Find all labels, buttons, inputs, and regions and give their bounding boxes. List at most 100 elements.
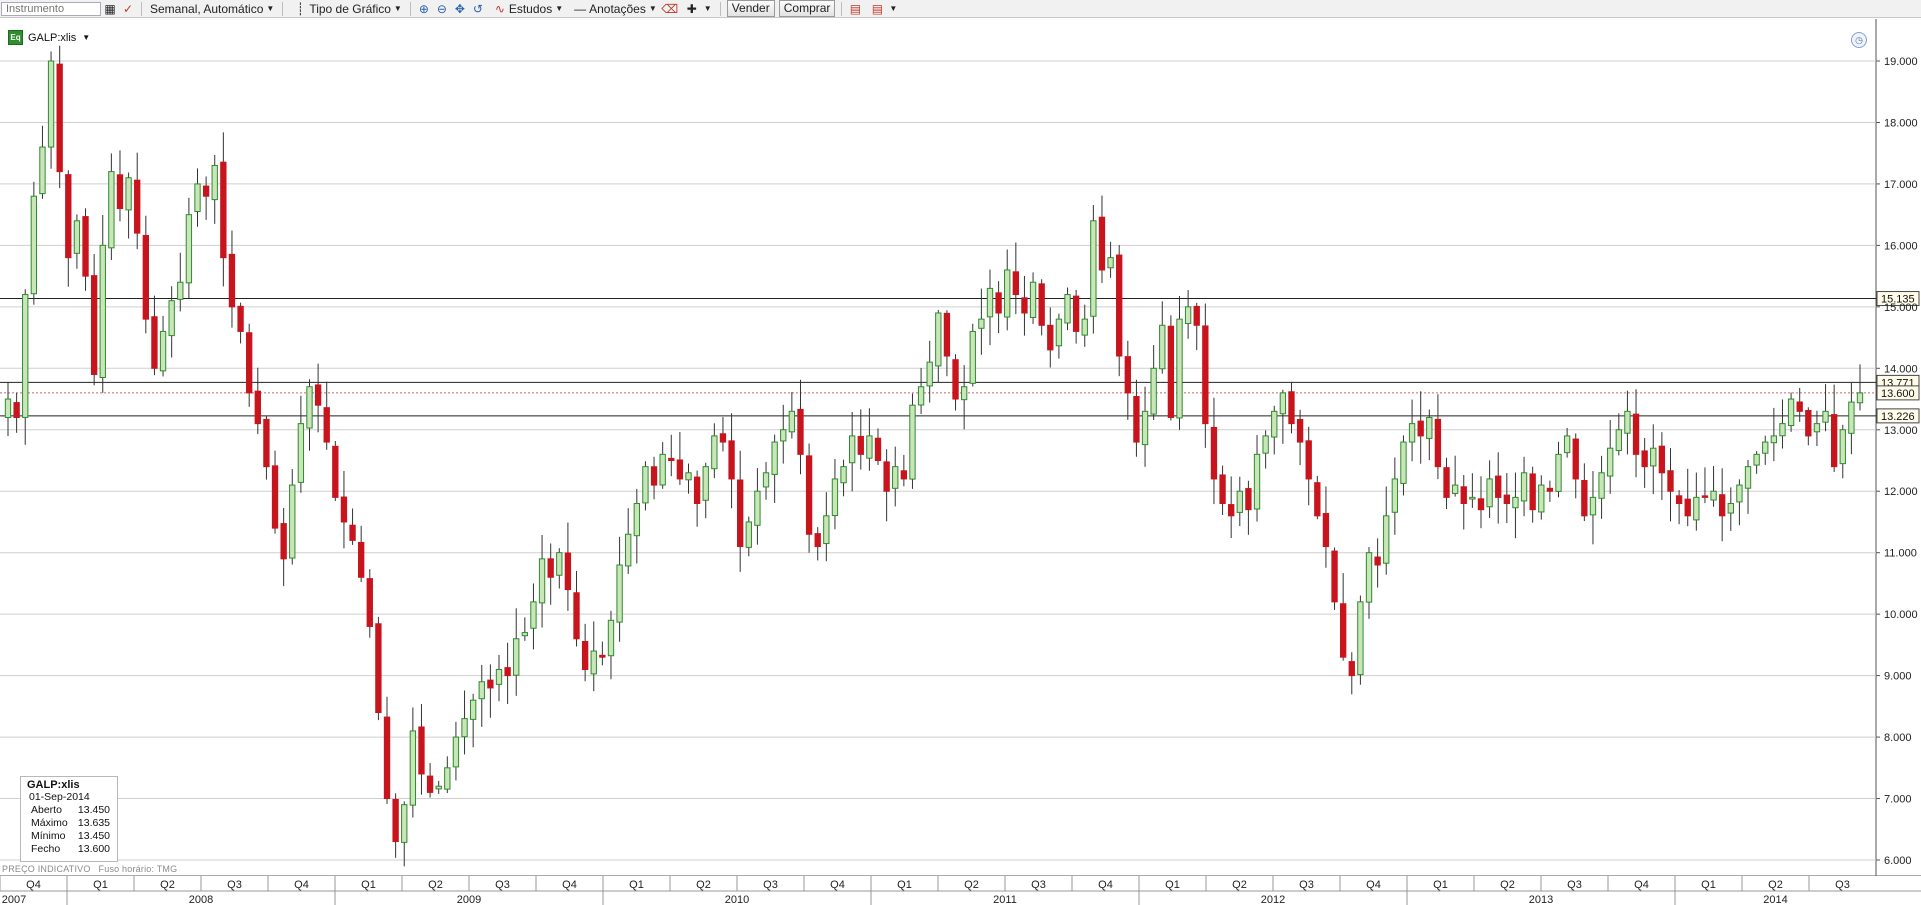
- candle[interactable]: [358, 525, 365, 583]
- candle[interactable]: [1451, 455, 1459, 497]
- candle[interactable]: [1176, 296, 1183, 430]
- candle[interactable]: [1288, 381, 1295, 434]
- calendar-icon[interactable]: ▦: [103, 2, 117, 16]
- candle[interactable]: [650, 456, 658, 500]
- candle[interactable]: [392, 793, 399, 858]
- candle[interactable]: [719, 417, 727, 452]
- candle[interactable]: [556, 548, 563, 589]
- candle[interactable]: [737, 450, 744, 572]
- candle[interactable]: [1615, 413, 1622, 456]
- candle[interactable]: [745, 516, 752, 557]
- candle[interactable]: [685, 463, 692, 494]
- instrument-selector[interactable]: Eq GALP:xlis ▼: [8, 30, 90, 45]
- candle[interactable]: [1753, 451, 1760, 474]
- candle[interactable]: [823, 492, 830, 562]
- candle[interactable]: [289, 469, 296, 565]
- candle[interactable]: [693, 470, 701, 527]
- candle[interactable]: [1417, 391, 1424, 464]
- candle[interactable]: [1202, 303, 1209, 448]
- candle[interactable]: [762, 462, 770, 500]
- candle[interactable]: [1107, 241, 1114, 278]
- candle[interactable]: [1426, 409, 1433, 461]
- instrument-search-input[interactable]: [1, 1, 101, 16]
- candle[interactable]: [418, 704, 425, 795]
- candle[interactable]: [1296, 409, 1304, 466]
- candle[interactable]: [375, 616, 382, 721]
- candle[interactable]: [668, 434, 675, 477]
- candle[interactable]: [573, 570, 580, 647]
- candle[interactable]: [625, 508, 632, 574]
- candle[interactable]: [883, 449, 890, 522]
- candle[interactable]: [1581, 463, 1588, 522]
- candle[interactable]: [521, 617, 529, 641]
- candle[interactable]: [280, 507, 287, 587]
- candle[interactable]: [323, 381, 330, 450]
- candle[interactable]: [1047, 307, 1054, 368]
- candle[interactable]: [134, 152, 141, 250]
- candle[interactable]: [47, 51, 55, 169]
- candle[interactable]: [1021, 275, 1028, 336]
- candle[interactable]: [202, 176, 210, 220]
- sell-button[interactable]: Vender: [726, 0, 775, 17]
- candle[interactable]: [1563, 427, 1571, 458]
- undo-icon[interactable]: ↺: [471, 2, 485, 16]
- price-chart[interactable]: 15.13513.77113.22613.600 19.00018.00017.…: [0, 19, 1921, 905]
- candle[interactable]: [1675, 490, 1683, 525]
- candle[interactable]: [297, 395, 305, 493]
- candle[interactable]: [435, 780, 442, 794]
- candle[interactable]: [314, 363, 322, 433]
- candle[interactable]: [607, 610, 615, 680]
- candle[interactable]: [780, 404, 787, 464]
- candle[interactable]: [1357, 595, 1364, 685]
- candle[interactable]: [892, 446, 899, 507]
- studies-dropdown[interactable]: ∿ Estudos ▼: [487, 1, 567, 17]
- candle[interactable]: [590, 621, 597, 692]
- candle[interactable]: [857, 409, 864, 470]
- candle[interactable]: [805, 443, 813, 553]
- candle[interactable]: [986, 269, 994, 346]
- candle[interactable]: [1736, 479, 1743, 526]
- candle[interactable]: [1477, 476, 1485, 529]
- candle[interactable]: [1055, 313, 1063, 359]
- candle[interactable]: [30, 181, 38, 305]
- candle[interactable]: [306, 379, 313, 451]
- candle[interactable]: [1365, 547, 1373, 619]
- candle[interactable]: [1830, 384, 1838, 473]
- candle[interactable]: [1434, 394, 1442, 480]
- candle[interactable]: [469, 693, 477, 748]
- candle[interactable]: [831, 458, 839, 530]
- candle[interactable]: [935, 309, 942, 383]
- candle[interactable]: [874, 428, 882, 465]
- candle[interactable]: [702, 462, 709, 519]
- candle[interactable]: [1133, 379, 1140, 457]
- candle[interactable]: [1546, 480, 1554, 502]
- candle[interactable]: [1787, 392, 1795, 432]
- candle[interactable]: [1805, 407, 1812, 446]
- candle[interactable]: [1124, 340, 1131, 420]
- candle[interactable]: [1116, 244, 1123, 377]
- candle[interactable]: [1555, 441, 1562, 498]
- candle[interactable]: [452, 721, 460, 781]
- candle[interactable]: [246, 323, 253, 407]
- candle[interactable]: [1520, 456, 1528, 517]
- candle[interactable]: [943, 310, 951, 377]
- candle[interactable]: [108, 153, 115, 261]
- candle[interactable]: [1331, 547, 1338, 610]
- period-dropdown[interactable]: Semanal, Automático ▼: [146, 1, 278, 17]
- candle[interactable]: [366, 569, 373, 638]
- candle[interactable]: [263, 416, 270, 480]
- indicator-icon[interactable]: ✓: [121, 2, 135, 16]
- candle[interactable]: [1236, 476, 1243, 527]
- candle[interactable]: [383, 696, 391, 804]
- candle[interactable]: [1004, 249, 1011, 331]
- candle[interactable]: [177, 252, 184, 312]
- candle[interactable]: [1159, 301, 1166, 374]
- candle[interactable]: [642, 461, 649, 511]
- candle[interactable]: [513, 608, 520, 696]
- candle[interactable]: [99, 215, 106, 393]
- candle[interactable]: [495, 654, 503, 702]
- candle[interactable]: [1262, 430, 1269, 469]
- candle[interactable]: [1667, 448, 1674, 522]
- candle[interactable]: [1856, 364, 1864, 411]
- candle[interactable]: [1322, 486, 1330, 568]
